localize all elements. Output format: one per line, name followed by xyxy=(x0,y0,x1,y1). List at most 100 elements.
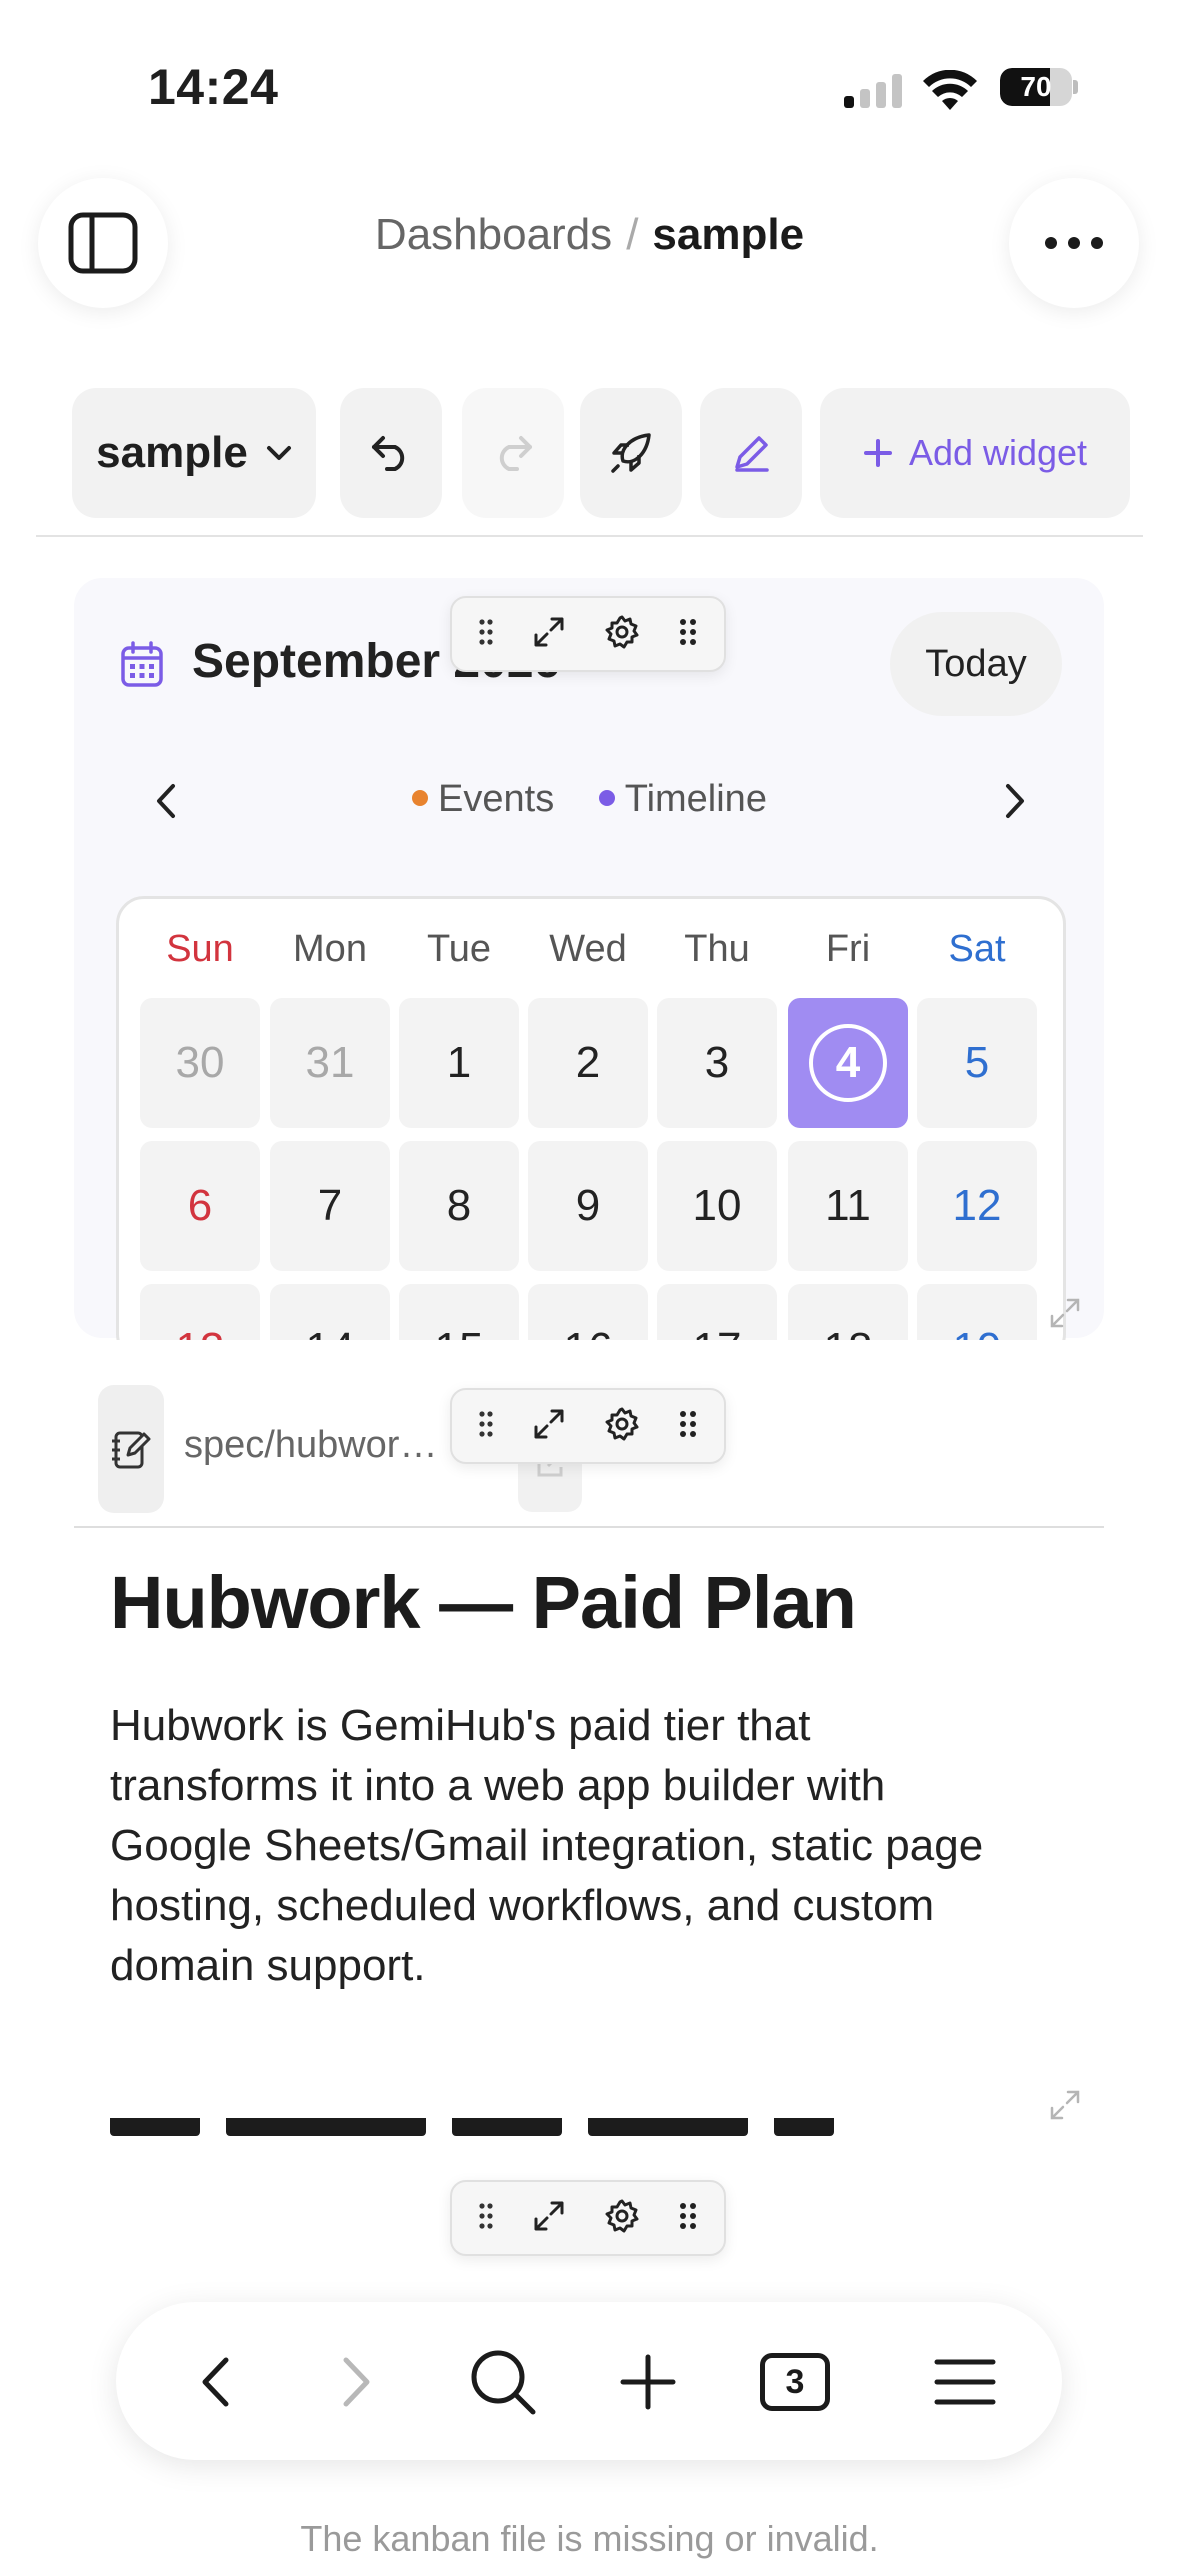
widget-move-handle[interactable] xyxy=(679,618,697,651)
more-options-button[interactable] xyxy=(1009,178,1139,308)
widget-expand-button[interactable] xyxy=(532,2199,566,2238)
calendar-day[interactable]: 6 xyxy=(140,1141,260,1271)
drag-handle-icon xyxy=(479,618,493,645)
plus-icon xyxy=(620,2354,676,2410)
calendar-day-number: 9 xyxy=(575,1181,601,1230)
calendar-day[interactable]: 2 xyxy=(528,998,648,1128)
new-tab-button[interactable] xyxy=(593,2330,703,2434)
calendar-day[interactable]: 11 xyxy=(788,1141,908,1271)
publish-button[interactable] xyxy=(580,388,682,518)
clipped-heading xyxy=(110,2118,870,2136)
legend-events[interactable]: Events xyxy=(412,778,554,820)
calendar-day[interactable]: 31 xyxy=(270,998,390,1128)
back-button[interactable] xyxy=(160,2330,270,2434)
search-button[interactable] xyxy=(448,2330,558,2434)
calendar-day-number: 1 xyxy=(446,1038,472,1087)
calendar-day[interactable]: 1 xyxy=(399,998,519,1128)
widget-drag-handle[interactable] xyxy=(479,618,493,650)
move-handle-icon xyxy=(679,618,696,645)
redo-icon xyxy=(499,436,532,471)
markdown-title: Hubwork — Paid Plan xyxy=(110,1561,857,1644)
calendar-day[interactable]: 30 xyxy=(140,998,260,1128)
chevron-down-icon xyxy=(266,446,291,460)
widget-settings-button[interactable] xyxy=(604,614,640,655)
file-path: spec/hubwork.md xyxy=(184,1424,454,1466)
tab-count: 3 xyxy=(760,2353,830,2411)
calendar-day-number: 30 xyxy=(175,1038,225,1087)
breadcrumb-parent[interactable]: Dashboards xyxy=(375,210,612,259)
widget-expand-button[interactable] xyxy=(532,1407,566,1446)
gear-icon xyxy=(605,2199,639,2232)
calendar-day-number: 11 xyxy=(825,1181,871,1230)
gear-icon xyxy=(605,615,639,648)
widget-expand-button[interactable] xyxy=(532,615,566,654)
move-handle-icon xyxy=(679,2202,696,2229)
weekday-header: Thu xyxy=(684,928,750,970)
calendar-day-number: 5 xyxy=(964,1038,990,1087)
breadcrumb: Dashboards / sample xyxy=(0,210,1179,260)
add-widget-button[interactable]: Add widget xyxy=(820,388,1130,518)
calendar-day-number: 6 xyxy=(187,1181,213,1230)
status-time: 14:24 xyxy=(148,59,279,115)
forward-button[interactable] xyxy=(302,2330,412,2434)
calendar-day-selected[interactable]: 4 xyxy=(788,998,908,1128)
weekday-header: Sat xyxy=(948,928,1006,970)
menu-button[interactable] xyxy=(910,2330,1020,2434)
calendar-day-number: 10 xyxy=(692,1181,742,1230)
widget-drag-handle[interactable] xyxy=(479,1410,493,1442)
wifi-icon xyxy=(923,70,977,110)
pencil-icon xyxy=(735,436,769,472)
calendar-day-number: 7 xyxy=(317,1181,343,1230)
redo-button[interactable] xyxy=(462,388,564,518)
legend-timeline[interactable]: Timeline xyxy=(598,778,767,820)
widget-controls xyxy=(450,596,726,672)
today-button[interactable]: Today xyxy=(890,612,1062,716)
drag-handle-icon xyxy=(479,2202,493,2229)
calendar-legend: Events Timeline xyxy=(0,778,1179,821)
calendar-day[interactable]: 3 xyxy=(657,998,777,1128)
widget-move-handle[interactable] xyxy=(679,1410,697,1443)
edit-button[interactable] xyxy=(700,388,802,518)
weekday-header: Tue xyxy=(426,928,492,970)
tabs-button[interactable]: 3 xyxy=(740,2330,850,2434)
calendar-day[interactable]: 9 xyxy=(528,1141,648,1271)
weekday-header: Mon xyxy=(293,928,367,970)
resize-handle-icon[interactable] xyxy=(1048,2088,1082,2122)
chevron-left-icon xyxy=(202,2357,229,2407)
calendar-day[interactable]: 5 xyxy=(917,998,1037,1128)
resize-handle-icon[interactable] xyxy=(1048,1296,1082,1330)
cellular-signal-icon xyxy=(844,74,902,108)
expand-icon xyxy=(534,1409,564,1438)
weekday-header: Wed xyxy=(549,928,627,970)
gear-icon xyxy=(605,1407,639,1440)
widget-move-handle[interactable] xyxy=(679,2202,697,2235)
calendar-day-number: 2 xyxy=(575,1038,601,1087)
widget-drag-handle[interactable] xyxy=(479,2202,493,2234)
calendar-day-number: 31 xyxy=(305,1038,355,1087)
battery-indicator: 70 xyxy=(1000,68,1072,106)
widget-controls xyxy=(450,1388,726,1464)
file-type-button[interactable] xyxy=(98,1385,164,1513)
calendar-day-number: 8 xyxy=(446,1181,472,1230)
markdown-paragraph: Hubwork is GemiHub's paid tier that tran… xyxy=(110,1701,984,1990)
undo-button[interactable] xyxy=(340,388,442,518)
undo-icon xyxy=(372,436,405,471)
widget-controls xyxy=(450,2180,726,2256)
plus-icon xyxy=(863,439,892,467)
expand-icon xyxy=(534,617,564,646)
calendar-day-number: 4 xyxy=(809,1024,887,1102)
rocket-icon xyxy=(611,433,651,473)
calendar-day[interactable]: 8 xyxy=(399,1141,519,1271)
widget-settings-button[interactable] xyxy=(604,2198,640,2239)
calendar-day[interactable]: 12 xyxy=(917,1141,1037,1271)
weekday-header: Fri xyxy=(825,928,871,970)
breadcrumb-separator: / xyxy=(626,210,639,259)
calendar-day[interactable]: 7 xyxy=(270,1141,390,1271)
ellipsis-icon xyxy=(1045,237,1103,249)
widget-settings-button[interactable] xyxy=(604,1406,640,1447)
calendar-day[interactable]: 10 xyxy=(657,1141,777,1271)
markdown-divider xyxy=(74,1526,1104,1528)
calendar-day-number: 3 xyxy=(704,1038,730,1087)
dashboard-select[interactable]: sample xyxy=(72,388,316,518)
kanban-error-message: The kanban file is missing or invalid. xyxy=(300,2518,879,2559)
